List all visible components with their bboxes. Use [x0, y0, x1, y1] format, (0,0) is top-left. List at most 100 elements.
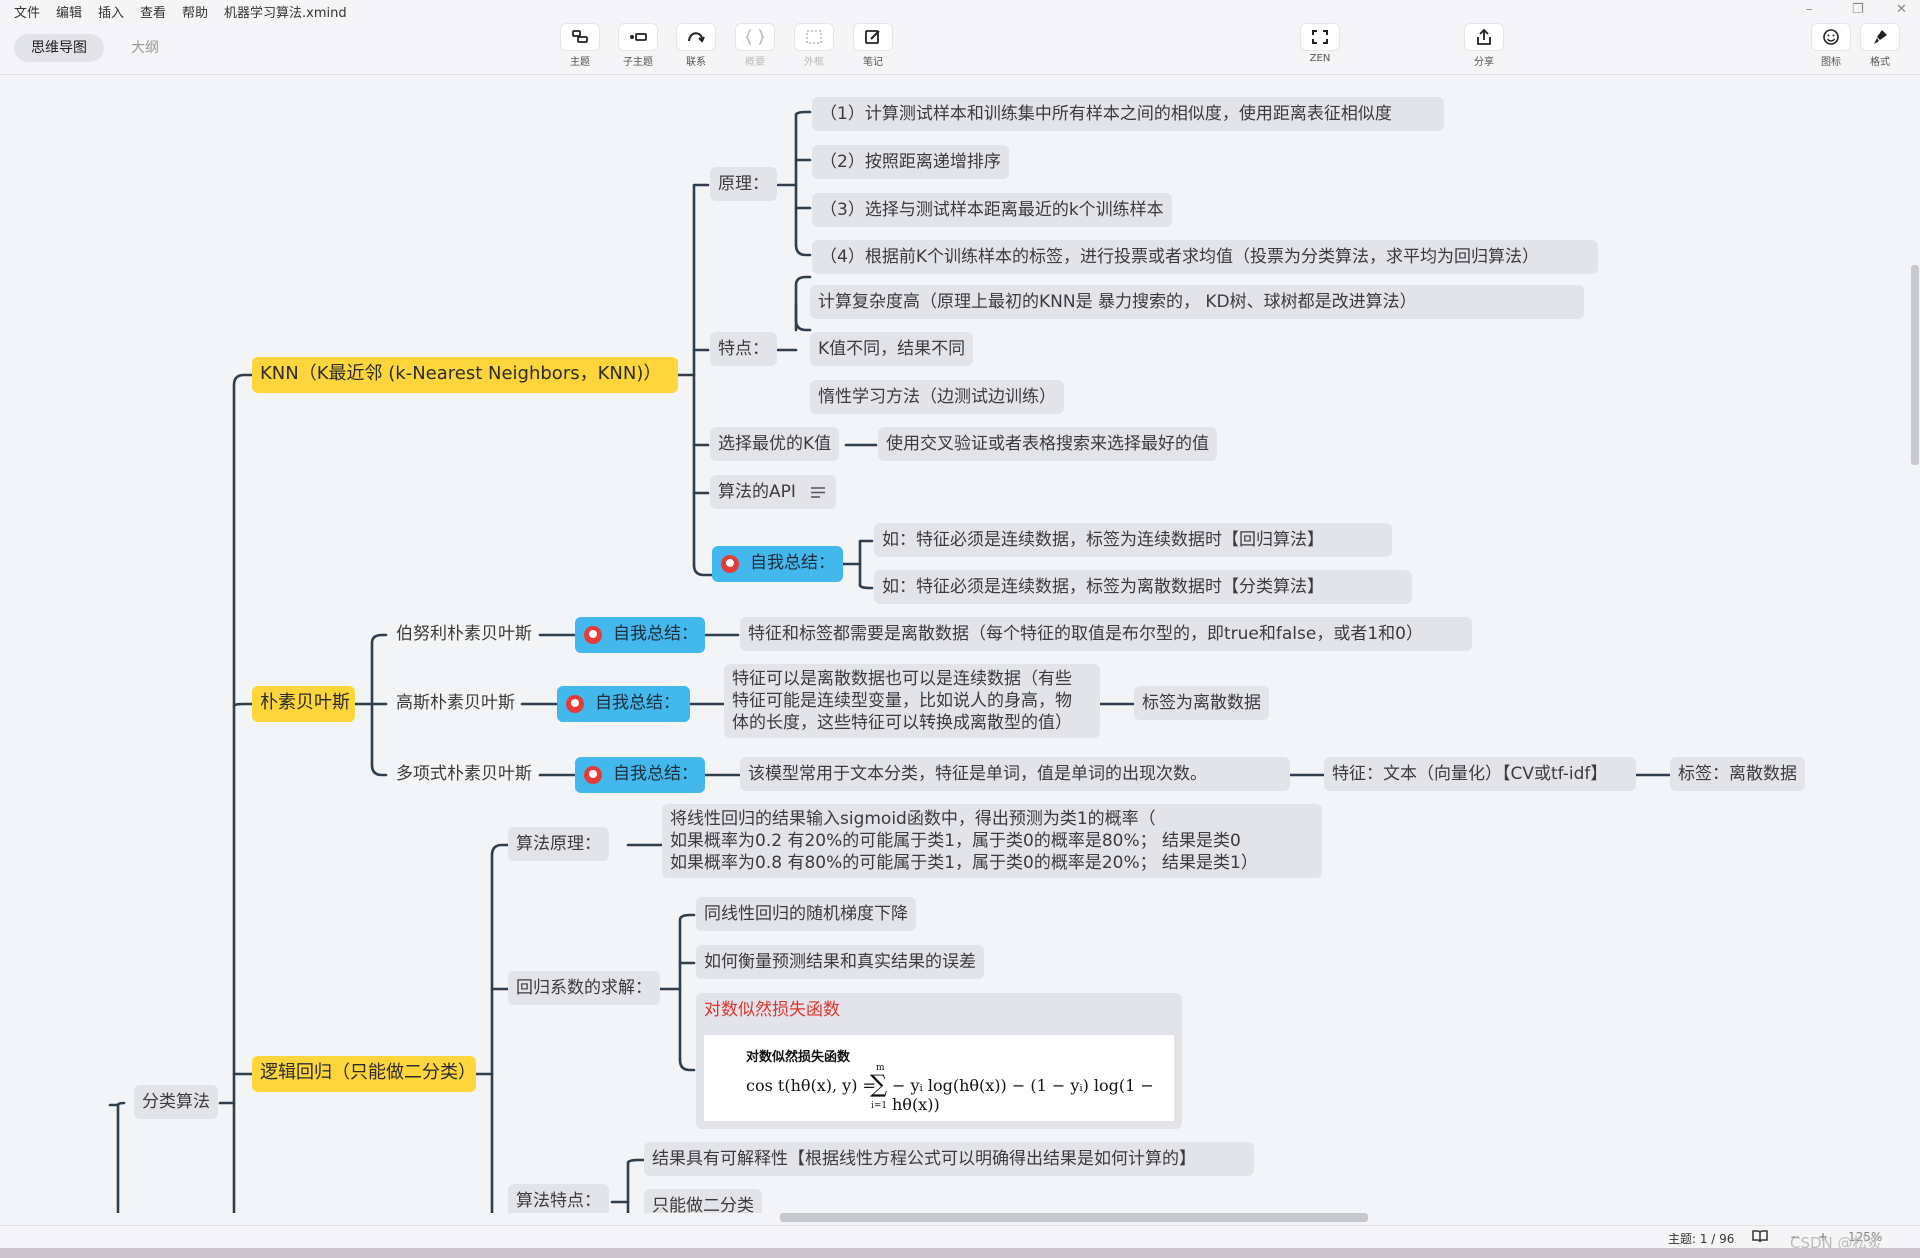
lr-title: 逻辑回归（只能做二分类） — [260, 1062, 476, 1083]
tab-outline[interactable]: 大纲 — [114, 34, 176, 62]
knn-best-k[interactable]: 选择最优的K值 — [710, 427, 840, 461]
nb-topic[interactable]: 朴素贝叶斯 — [252, 686, 355, 722]
share-button[interactable]: 分享 — [1460, 24, 1508, 68]
knn-feature-item[interactable]: K值不同，结果不同 — [810, 332, 974, 366]
knn-best-k-detail[interactable]: 使用交叉验证或者表格搜索来选择最好的值 — [878, 427, 1217, 461]
nb-multinomial-feature[interactable]: 特征：文本（向量化）【CV或tf-idf】 — [1324, 757, 1636, 791]
share-icon — [1477, 28, 1491, 45]
person-marker-icon — [566, 695, 584, 713]
relation-button[interactable]: 联系 — [672, 24, 720, 68]
loss-formula-image: 对数似然损失函数 cos t(hθ(x), y) = m ∑ i=1 − yᵢ … — [704, 1035, 1174, 1121]
topic-icon — [572, 30, 588, 43]
menu-edit[interactable]: 编辑 — [56, 2, 82, 21]
nb-bernoulli-summary[interactable]: 自我总结： — [575, 617, 705, 653]
vertical-scroll-thumb[interactable] — [1911, 265, 1919, 465]
nb-gaussian-detail[interactable]: 特征可以是离散数据也可以是连续数据（有些 特征可能是连续型变量，比如说人的身高，… — [724, 664, 1100, 738]
knn-api[interactable]: 算法的API — [710, 475, 836, 509]
topic-label: 主题 — [570, 57, 590, 68]
nb-gaussian-summary[interactable]: 自我总结： — [557, 686, 690, 722]
knn-summary-item[interactable]: 如：特征必须是连续数据，标签为连续数据时【回归算法】 — [874, 523, 1392, 557]
knn-principle-item-label: （1）计算测试样本和训练集中所有样本之间的相似度，使用距离表征相似度 — [820, 104, 1392, 124]
book-icon[interactable] — [1752, 1229, 1768, 1246]
nb-multinomial-label: 多项式朴素贝叶斯 — [396, 764, 532, 784]
boundary-button[interactable]: 外框 — [790, 24, 838, 68]
knn-best-k-label: 选择最优的K值 — [718, 434, 832, 454]
format-panel-button[interactable]: 格式 — [1856, 24, 1904, 68]
knn-feature-item[interactable]: 计算复杂度高（原理上最初的KNN是 暴力搜索的， KD树、球树都是改进算法） — [810, 285, 1584, 319]
menu-insert[interactable]: 插入 — [98, 2, 124, 21]
root-topic[interactable]: 分类算法 — [134, 1085, 218, 1119]
lr-principle-detail-line: 如果概率为0.8 有80%的可能属于类1，属于类0的概率是20%； 结果是类1） — [670, 853, 1258, 873]
horizontal-scroll-thumb[interactable] — [780, 1213, 1368, 1222]
vertical-scrollbar[interactable] — [1910, 75, 1920, 1225]
person-marker-icon — [721, 555, 739, 573]
lr-coef-label: 回归系数的求解： — [516, 978, 652, 998]
formula-sum-bottom: i=1 — [871, 1101, 888, 1111]
knn-principle-item-label: （4）根据前K个训练样本的标签，进行投票或者求均值（投票为分类算法，求平均为回归… — [820, 247, 1539, 267]
nb-title: 朴素贝叶斯 — [260, 692, 350, 713]
minimize-button[interactable]: – — [1806, 2, 1813, 17]
lr-traits[interactable]: 算法特点： — [508, 1184, 609, 1213]
knn-principle-item-label: （3）选择与测试样本距离最近的k个训练样本 — [820, 200, 1164, 220]
nb-gaussian[interactable]: 高斯朴素贝叶斯 — [388, 686, 523, 720]
zen-button[interactable]: ZEN — [1296, 24, 1344, 64]
subtopic-button[interactable]: 子主题 — [614, 24, 662, 68]
knn-feature-item[interactable]: 惰性学习方法（边测试边训练） — [810, 380, 1064, 414]
nb-bernoulli-detail-label: 特征和标签都需要是离散数据（每个特征的取值是布尔型的，即true和false，或… — [748, 624, 1423, 644]
taskbar-strip — [0, 1248, 1920, 1258]
nb-bernoulli[interactable]: 伯努利朴素贝叶斯 — [388, 617, 540, 651]
lr-principle[interactable]: 算法原理： — [508, 827, 609, 861]
nb-multinomial-summary[interactable]: 自我总结： — [575, 757, 705, 793]
knn-summary[interactable]: 自我总结： — [712, 546, 843, 582]
formula-lhs: cos t(hθ(x), y) = — [746, 1076, 876, 1095]
lr-principle-detail[interactable]: 将线性回归的结果输入sigmoid函数中，得出预测为类1的概率（ 如果概率为0.… — [662, 804, 1322, 878]
knn-topic[interactable]: KNN（K最近邻 (k-Nearest Neighbors，KNN)） — [252, 357, 678, 393]
smiley-icon — [1823, 29, 1839, 45]
tab-mindmap[interactable]: 思维导图 — [14, 34, 104, 62]
lr-coef-item[interactable]: 同线性回归的随机梯度下降 — [696, 897, 916, 931]
lr-coef[interactable]: 回归系数的求解： — [508, 971, 660, 1005]
nb-multinomial[interactable]: 多项式朴素贝叶斯 — [388, 757, 540, 791]
close-button[interactable]: ✕ — [1896, 2, 1907, 17]
knn-summary-item[interactable]: 如：特征必须是连续数据，标签为离散数据时【分类算法】 — [874, 570, 1412, 604]
knn-api-label: 算法的API — [718, 482, 796, 502]
topic-count: 主题: 1 / 96 — [1668, 1232, 1735, 1246]
lr-coef-item[interactable]: 如何衡量预测结果和真实结果的误差 — [696, 945, 984, 979]
lr-topic[interactable]: 逻辑回归（只能做二分类） — [252, 1056, 476, 1092]
boundary-icon — [806, 30, 822, 44]
relation-label: 联系 — [686, 57, 706, 68]
knn-principle[interactable]: 原理： — [710, 167, 777, 201]
knn-principle-item[interactable]: （3）选择与测试样本距离最近的k个训练样本 — [812, 193, 1172, 227]
lr-trait-item[interactable]: 只能做二分类 — [644, 1189, 762, 1213]
nb-multinomial-detail[interactable]: 该模型常用于文本分类，特征是单词，值是单词的出现次数。 — [740, 757, 1290, 791]
relation-icon — [688, 32, 705, 43]
nb-bernoulli-detail[interactable]: 特征和标签都需要是离散数据（每个特征的取值是布尔型的，即true和false，或… — [740, 617, 1472, 651]
knn-principle-item[interactable]: （2）按照距离递增排序 — [812, 145, 1009, 179]
nb-multinomial-label-node[interactable]: 标签：离散数据 — [1670, 757, 1805, 791]
menu-view[interactable]: 查看 — [140, 2, 166, 21]
mindmap-canvas[interactable]: 分类算法 KNN（K最近邻 (k-Nearest Neighbors，KNN)）… — [0, 75, 1910, 1213]
topic-button[interactable]: 主题 — [556, 24, 604, 68]
zen-label: ZEN — [1309, 53, 1331, 64]
menu-help[interactable]: 帮助 — [182, 2, 208, 21]
restore-button[interactable]: ❐ — [1852, 2, 1864, 17]
nb-gaussian-label: 高斯朴素贝叶斯 — [396, 693, 515, 713]
lr-trait-item[interactable]: 结果具有可解释性【根据线性方程公式可以明确得出结果是如何计算的】 — [644, 1142, 1254, 1176]
knn-principle-item[interactable]: （1）计算测试样本和训练集中所有样本之间的相似度，使用距离表征相似度 — [812, 97, 1444, 131]
nb-gaussian-label-text: 标签为离散数据 — [1142, 693, 1261, 713]
brush-icon — [1874, 30, 1887, 44]
icon-panel-button[interactable]: 图标 — [1807, 24, 1855, 68]
formula-rhs: − yᵢ log(hθ(x)) − (1 − yᵢ) log(1 − hθ(x)… — [892, 1076, 1154, 1114]
knn-principle-item[interactable]: （4）根据前K个训练样本的标签，进行投票或者求均值（投票为分类算法，求平均为回归… — [812, 240, 1598, 274]
knn-features[interactable]: 特点： — [710, 332, 777, 366]
knn-summary-label: 自我总结： — [750, 553, 835, 573]
fullscreen-icon — [1312, 30, 1328, 44]
brace-icon — [745, 29, 765, 45]
horizontal-scrollbar[interactable] — [0, 1213, 1910, 1225]
nb-gaussian-label-node[interactable]: 标签为离散数据 — [1134, 686, 1269, 720]
lr-loss-node[interactable]: 对数似然损失函数 对数似然损失函数 cos t(hθ(x), y) = m ∑ … — [696, 993, 1182, 1129]
summary-button[interactable]: 概要 — [731, 24, 779, 68]
note-button[interactable]: 笔记 — [849, 24, 897, 68]
menu-file[interactable]: 文件 — [14, 2, 40, 21]
menu-bar: 文件 编辑 插入 查看 帮助 机器学习算法.xmind – ❐ ✕ — [0, 0, 1920, 21]
